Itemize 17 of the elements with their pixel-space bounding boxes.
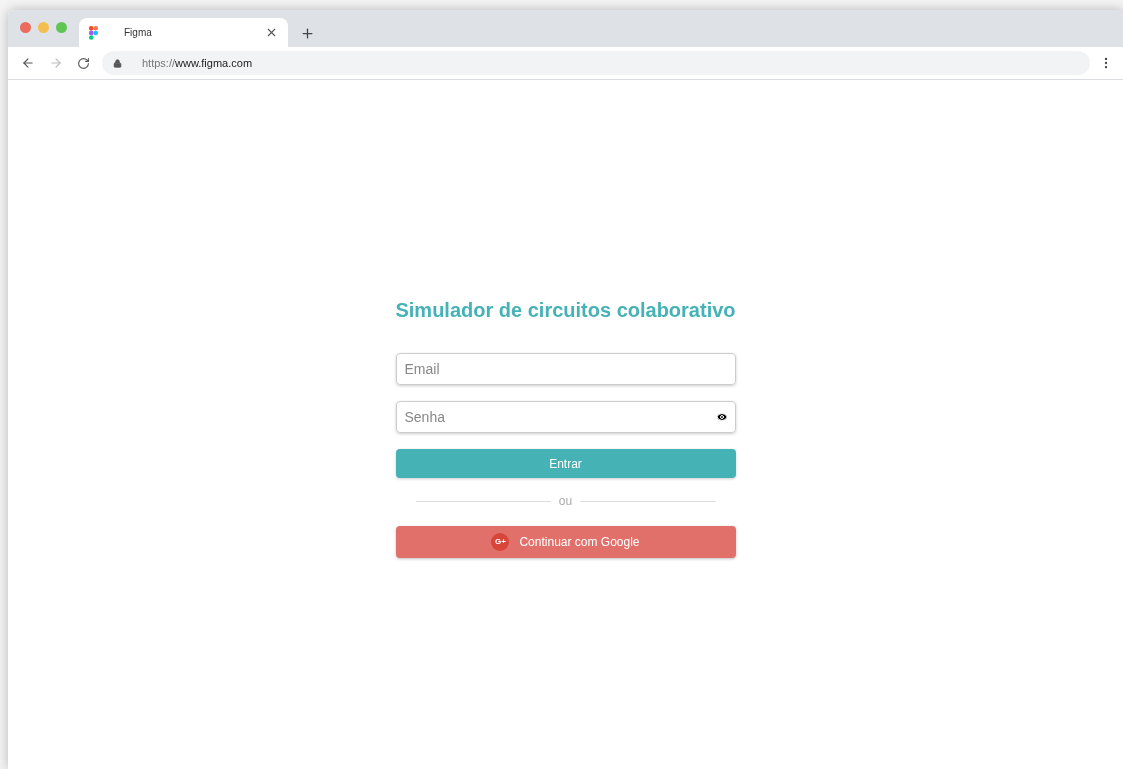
- close-tab-icon[interactable]: [265, 26, 278, 39]
- url-field[interactable]: https://www.figma.com: [102, 51, 1090, 75]
- browser-tab[interactable]: Figma: [79, 18, 288, 47]
- back-icon[interactable]: [21, 56, 35, 70]
- page-title: Simulador de circuitos colaborativo: [395, 298, 736, 323]
- reload-icon[interactable]: [77, 56, 90, 70]
- lock-icon: [113, 58, 122, 68]
- url-text: https://www.figma.com: [142, 55, 253, 71]
- eye-icon[interactable]: [715, 411, 728, 423]
- google-button[interactable]: G+ Continuar com Google: [395, 526, 736, 558]
- google-plus-icon: G+: [491, 533, 510, 551]
- figma-logo-icon: [89, 25, 98, 40]
- new-tab-icon[interactable]: [300, 26, 315, 41]
- email-field[interactable]: Email: [395, 353, 736, 385]
- separator-text: ou: [558, 493, 573, 510]
- tab-title: Figma: [124, 26, 152, 40]
- password-field[interactable]: Senha: [395, 401, 736, 433]
